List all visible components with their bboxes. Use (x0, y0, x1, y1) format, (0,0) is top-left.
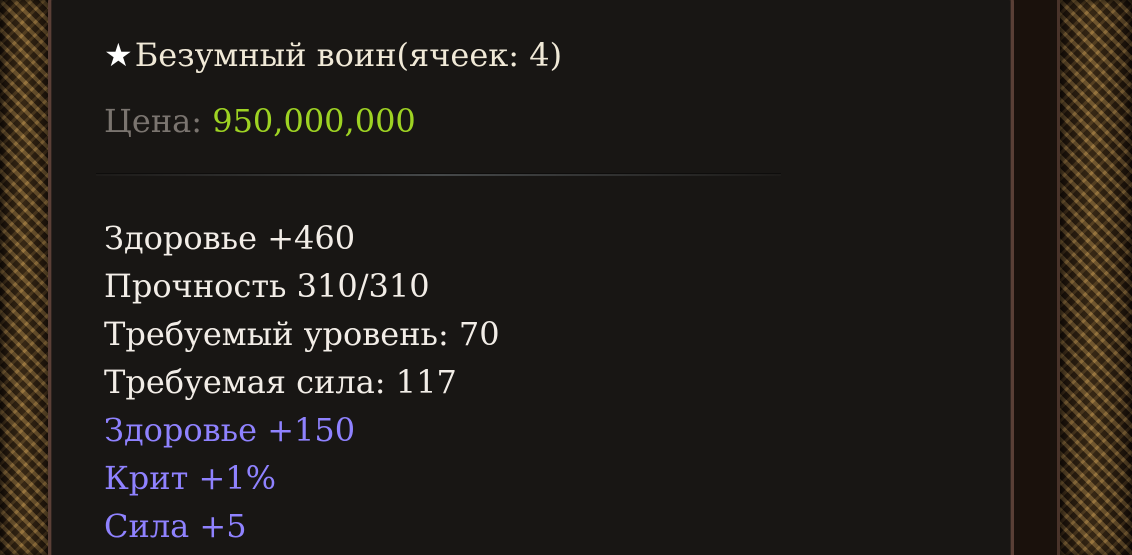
item-tooltip-content: ★Безумный воин(ячеек: 4) Цена: 950,000,0… (96, 0, 924, 555)
item-price: Цена: 950,000,000 (104, 102, 416, 140)
item-tooltip-screen: ★Безумный воин(ячеек: 4) Цена: 950,000,0… (0, 0, 1132, 555)
base-stat-required-strength: Требуемая сила: 117 (104, 363, 457, 401)
price-value: 950,000,000 (212, 102, 416, 140)
item-name: Безумный воин(ячеек: 4) (134, 36, 563, 74)
base-stat-durability: Прочность 310/310 (104, 267, 430, 305)
base-stat-health: Здоровье +460 (104, 219, 356, 257)
section-divider (96, 174, 781, 176)
item-stats: Здоровье +460 Прочность 310/310 Требуемы… (104, 214, 500, 550)
right-ornamental-border (1057, 0, 1132, 555)
bonus-stat-strength: Сила +5 (104, 507, 247, 545)
bonus-stat-crit: Крит +1% (104, 459, 277, 497)
item-title: ★Безумный воин(ячеек: 4) (104, 36, 562, 74)
left-ornamental-border (0, 0, 54, 555)
bonus-stat-health: Здоровье +150 (104, 411, 356, 449)
star-icon: ★ (104, 36, 133, 74)
base-stat-required-level: Требуемый уровень: 70 (104, 315, 500, 353)
price-label: Цена: (104, 102, 213, 140)
